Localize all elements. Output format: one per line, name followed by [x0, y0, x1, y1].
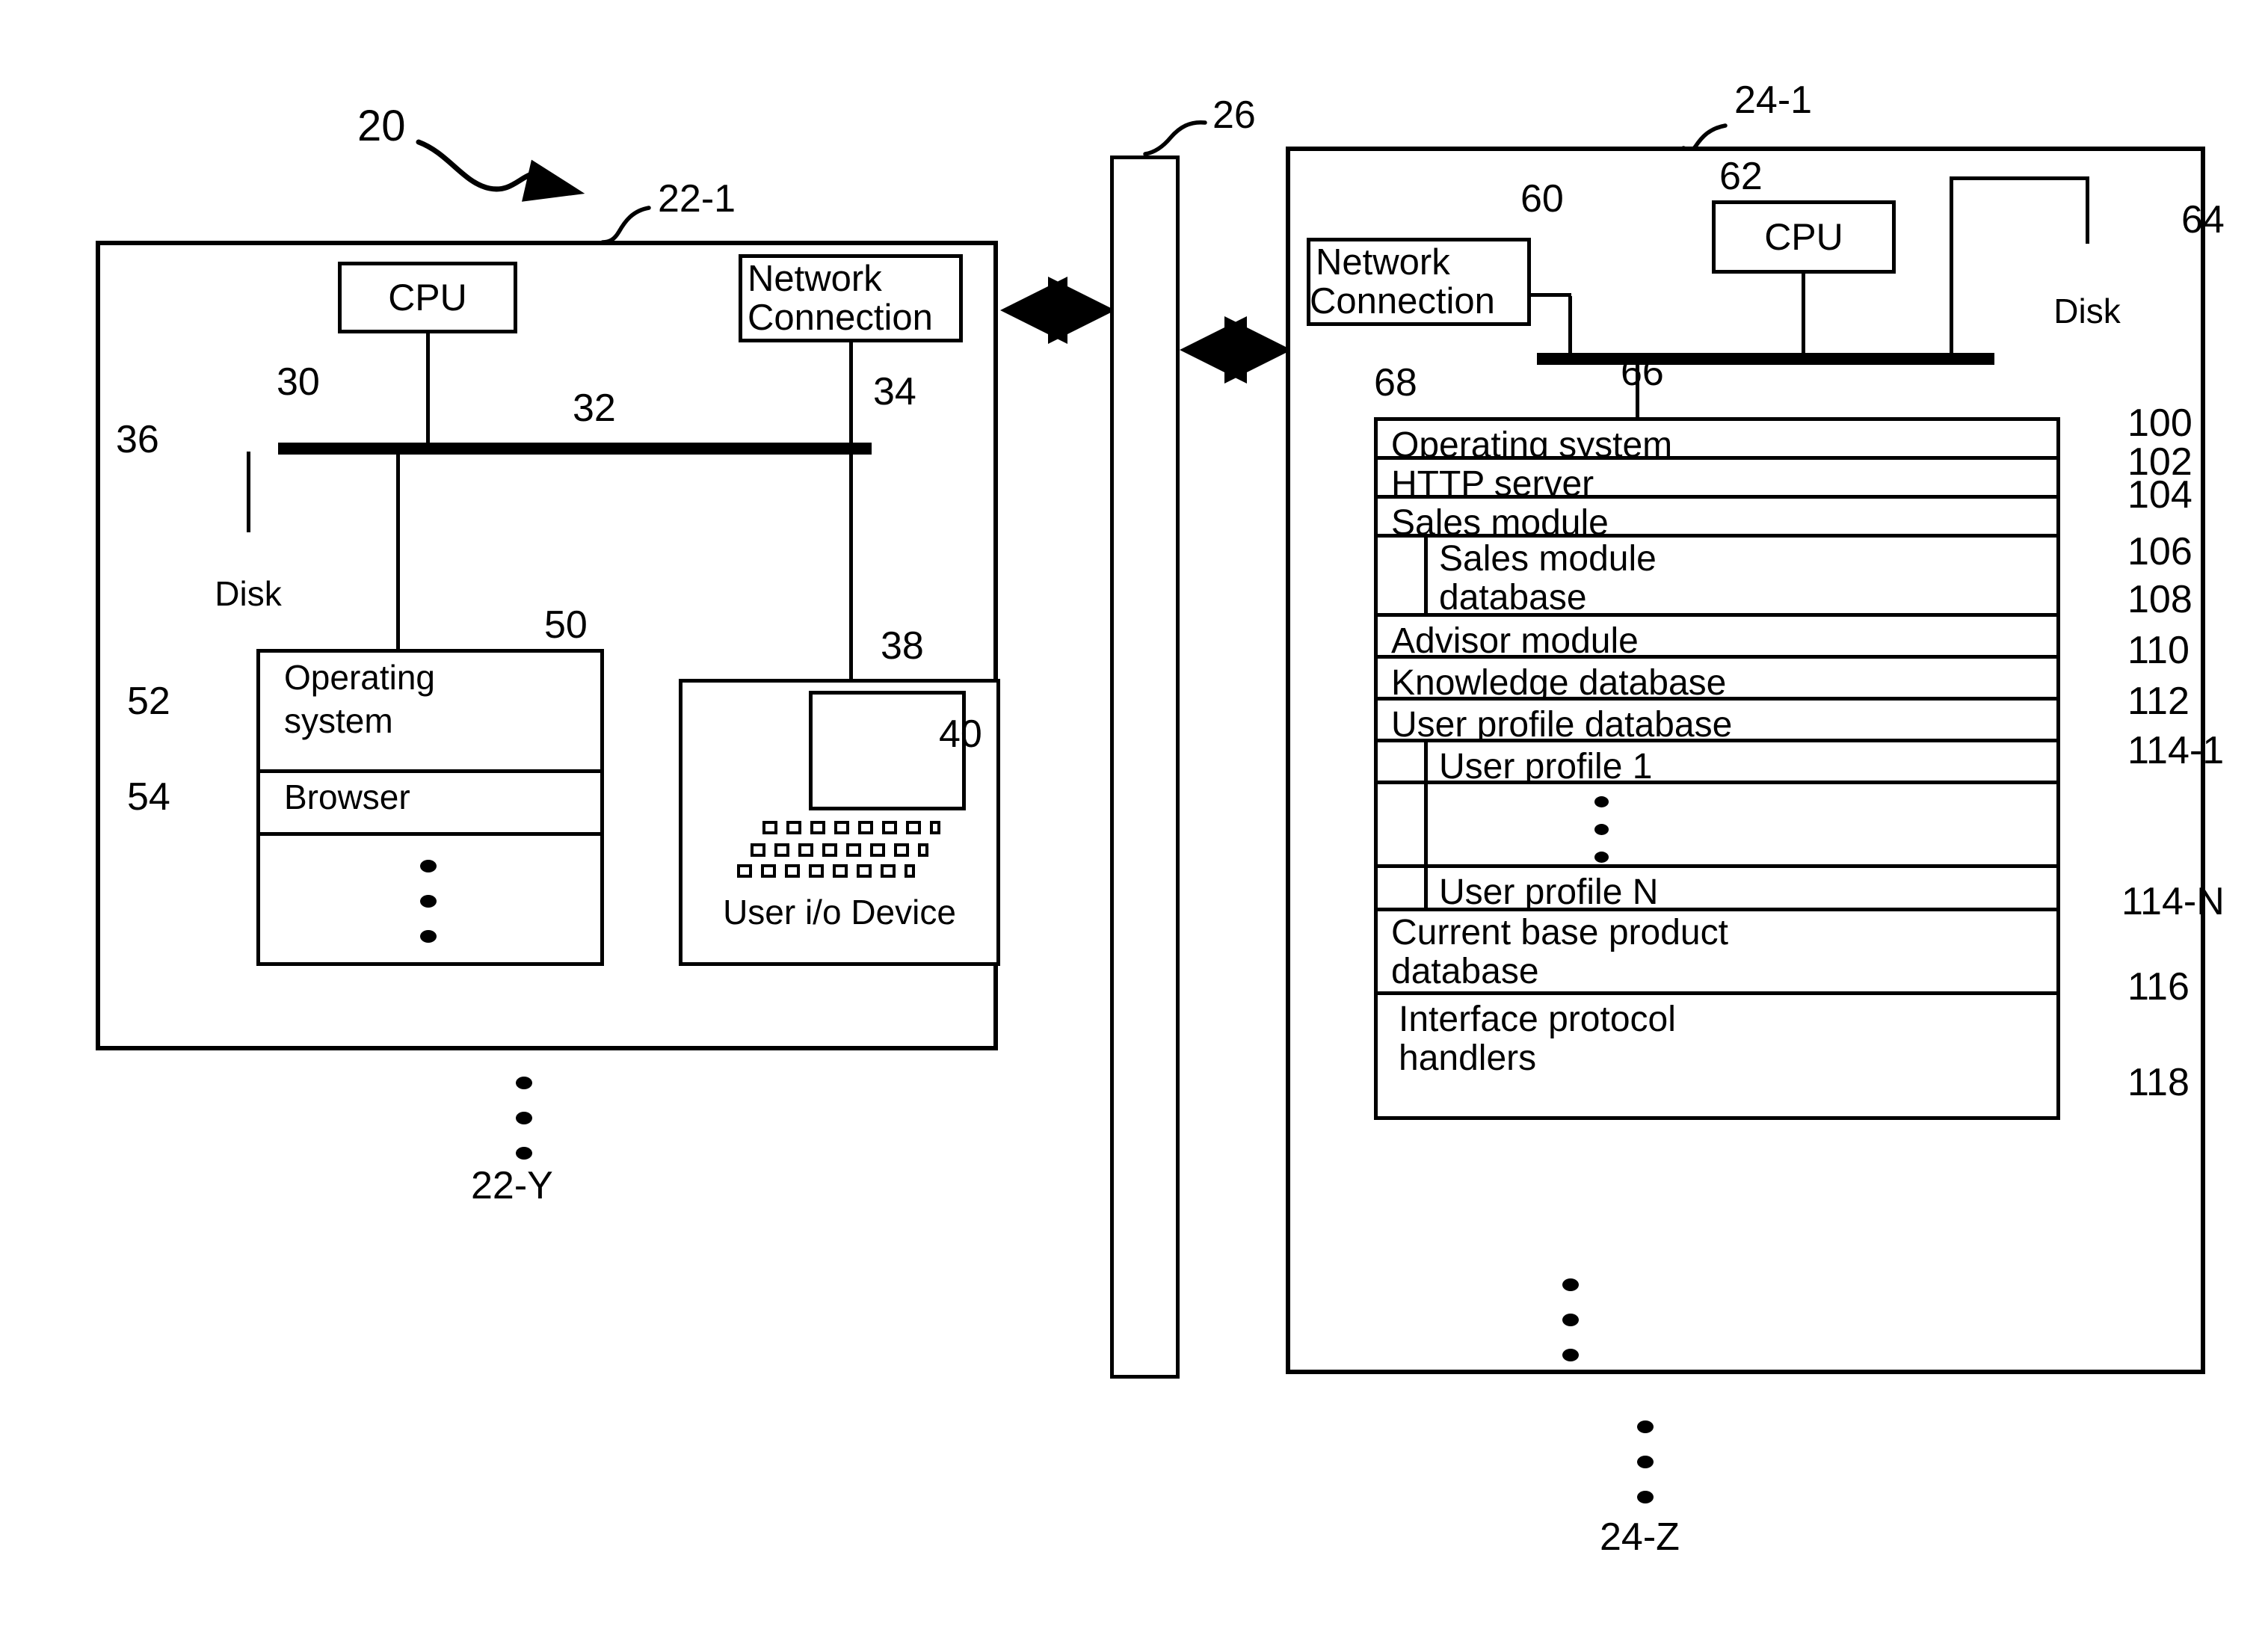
wire-client-bus-to-memory	[396, 452, 400, 649]
stack-row-label: User profile 1	[1439, 747, 1653, 786]
stack-ref-106: 106	[2127, 530, 2192, 573]
user-io-device-ref-38: 38	[881, 624, 924, 668]
stack-row-label: Knowledge database	[1391, 663, 1727, 703]
wire-client-bus-to-disk	[247, 452, 250, 532]
stack-row-label-line2: database	[1439, 578, 1587, 618]
client-browser-label: Browser	[284, 778, 410, 816]
stack-row-sales-module-database: Sales module database	[1378, 538, 2056, 618]
stack-row-label: Advisor module	[1391, 621, 1639, 661]
server-bus-ref-66: 66	[1621, 351, 1664, 394]
stack-ref-104: 104	[2127, 473, 2192, 517]
stack-row-operating-system: Operating system	[1378, 421, 2056, 465]
figure-canvas: 20 22-1 CPU 30 Network Connection 34 32 …	[0, 0, 2268, 1650]
client-cpu-ref-30: 30	[277, 360, 320, 404]
client-browser-ref-54: 54	[127, 775, 170, 819]
server-stack-ellipsis	[1562, 1278, 1579, 1361]
stack-row-advisor-module: Advisor module	[1378, 617, 2056, 661]
server-software-stack: Operating system HTTP server Sales modul…	[1374, 417, 2060, 1120]
stack-ref-110: 110	[2127, 629, 2190, 672]
wire-server-bus-to-memory	[1636, 362, 1639, 419]
stack-row-sales-module: Sales module	[1378, 499, 2056, 543]
client-network-connection-label-line2: Connection	[748, 298, 933, 338]
server-network-connection-ref-60: 60	[1520, 177, 1564, 221]
stack-row-interface-protocol-handlers: Interface protocol handlers	[1378, 995, 2056, 1079]
system-ref-20: 20	[357, 102, 406, 150]
stack-row-user-profile-n: User profile N	[1378, 868, 2056, 912]
client-memory-ellipsis	[420, 860, 437, 943]
stack-indent-divider-sales	[1424, 538, 1428, 617]
server-bus	[1537, 353, 1994, 365]
client-cpu-label: CPU	[388, 277, 467, 318]
stack-row-user-profile-ellipsis	[1378, 784, 2056, 868]
client-memory-ref-50: 50	[544, 603, 588, 647]
stack-ref-114-N: 114-N	[2121, 880, 2225, 923]
stack-row-label: User profile database	[1391, 705, 1733, 745]
wire-client-netconn-to-bus	[849, 342, 853, 446]
client-os-ref-52: 52	[127, 680, 170, 723]
stack-ref-118: 118	[2127, 1061, 2190, 1104]
stack-ref-116: 116	[2127, 965, 2190, 1009]
server-cpu-ref-62: 62	[1719, 155, 1763, 198]
stack-row-label: User profile N	[1439, 872, 1659, 912]
client-bus	[278, 443, 872, 455]
server-ref-24-Z: 24-Z	[1600, 1515, 1680, 1559]
server-memory-ref-68: 68	[1374, 361, 1417, 404]
stack-row-user-profile-database: User profile database	[1378, 701, 2056, 745]
client-cpu-box: CPU	[338, 262, 517, 333]
client-os-label-line2: system	[284, 701, 393, 740]
stack-row-label-line2: database	[1391, 952, 1539, 991]
stack-row-user-profile-1: User profile 1	[1378, 742, 2056, 786]
server-ref-24-1: 24-1	[1734, 79, 1813, 122]
stack-row-http-server: HTTP server	[1378, 460, 2056, 504]
client-disk-ref-36: 36	[116, 418, 159, 461]
user-profile-ellipsis	[1594, 796, 1609, 863]
stack-row-label-line1: Interface protocol	[1399, 1000, 1676, 1039]
wire-server-disk-down	[1950, 176, 1953, 356]
network-ref-26: 26	[1212, 93, 1256, 137]
client-disk-label: Disk	[215, 574, 282, 613]
stack-row-knowledge-database: Knowledge database	[1378, 659, 2056, 703]
stack-ref-114-1: 114-1	[2127, 729, 2225, 772]
stack-row-current-base-product-database: Current base product database	[1378, 911, 2056, 995]
wire-server-netconn-down	[1568, 296, 1572, 356]
network-bar	[1110, 156, 1180, 1379]
server-outer-ellipsis	[1637, 1420, 1654, 1503]
wire-client-cpu-to-bus	[426, 333, 430, 446]
wire-server-netconn-across	[1528, 293, 1571, 297]
stack-row-label-line2: handlers	[1399, 1038, 1537, 1078]
wire-server-disk-across	[1950, 176, 2087, 180]
stack-ref-108: 108	[2127, 578, 2192, 621]
client-network-connection-ref-34: 34	[873, 370, 916, 413]
client-ref-22-Y: 22-Y	[471, 1164, 553, 1207]
stack-ref-112: 112	[2127, 680, 2190, 723]
stack-ref-100: 100	[2127, 401, 2192, 445]
server-cpu-box: CPU	[1712, 200, 1896, 274]
client-os-label-line1: Operating	[284, 658, 436, 697]
stack-row-label-line1: Sales module	[1439, 539, 1657, 579]
stack-row-label-line1: Current base product	[1391, 913, 1728, 952]
wire-server-disk-to-top	[2086, 176, 2089, 244]
client-ref-22-1: 22-1	[658, 177, 736, 221]
server-network-connection-label-line1: Network	[1316, 242, 1450, 283]
wire-server-cpu-to-bus	[1802, 274, 1805, 356]
client-network-connection-label-line1: Network	[748, 259, 882, 299]
client-stack-ellipsis	[516, 1077, 532, 1160]
user-io-device-label: User i/o Device	[723, 892, 956, 932]
server-disk-label: Disk	[2053, 292, 2121, 330]
monitor-ref-40: 40	[939, 712, 982, 756]
client-bus-ref-32: 32	[573, 387, 616, 430]
stack-indent-divider-userprofiles	[1424, 742, 1428, 911]
server-cpu-label: CPU	[1764, 216, 1843, 258]
server-network-connection-label-line2: Connection	[1310, 281, 1495, 321]
server-disk-ref-64: 64	[2181, 198, 2225, 241]
